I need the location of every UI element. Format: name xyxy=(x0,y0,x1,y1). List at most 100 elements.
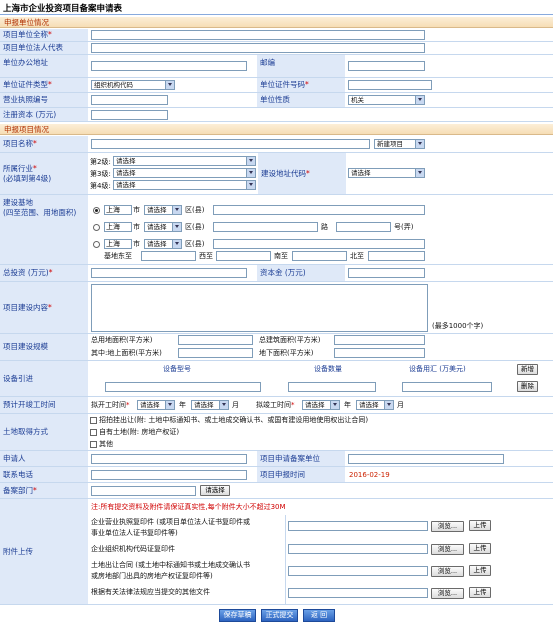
filing-dept-input[interactable] xyxy=(91,486,196,496)
legal-rep-input[interactable] xyxy=(91,43,425,53)
submit-button[interactable]: 正式提交 xyxy=(261,609,298,622)
project-name-input[interactable] xyxy=(91,139,370,149)
address-detail-input-3[interactable] xyxy=(213,239,425,249)
land-option-3-checkbox[interactable] xyxy=(90,441,97,448)
land-option-1-checkbox[interactable] xyxy=(90,417,97,424)
equipment-delete-button[interactable]: 删除 xyxy=(517,381,538,392)
district-select-1[interactable]: 请选择 xyxy=(144,205,182,215)
label-land: 土地取得方式 xyxy=(0,414,88,450)
attach-item-2-browse[interactable]: 浏览... xyxy=(431,544,464,555)
equipment-add-button[interactable]: 新增 xyxy=(517,364,538,375)
attach-item-2-upload[interactable]: 上传 xyxy=(469,543,491,554)
year-label: 年 xyxy=(179,401,186,409)
start-time-label: 拟开工时间* xyxy=(91,401,130,409)
attach-item-1-upload[interactable]: 上传 xyxy=(469,520,491,531)
north-input[interactable] xyxy=(368,251,425,261)
start-year-select[interactable]: 请选择 xyxy=(137,400,175,410)
capital-input[interactable] xyxy=(348,268,425,278)
south-input[interactable] xyxy=(292,251,347,261)
row-build-base: 建设基地 (四至范围、用地面积) 上海 市 请选择 区(县) 上海 市 请选择 … xyxy=(0,195,553,265)
start-month-select[interactable]: 请选择 xyxy=(191,400,229,410)
address-mode-radio-2[interactable] xyxy=(93,224,100,231)
label-postcode: 邮编 xyxy=(257,55,345,77)
chevron-down-icon xyxy=(246,181,255,189)
end-month-select[interactable]: 请选择 xyxy=(356,400,394,410)
attach-item-3-file[interactable] xyxy=(288,566,428,576)
attach-item-3-browse[interactable]: 浏览... xyxy=(431,566,464,577)
attach-item-1-file[interactable] xyxy=(288,521,428,531)
end-year-select[interactable]: 请选择 xyxy=(302,400,340,410)
west-input[interactable] xyxy=(216,251,271,261)
industry-level-2-label: 第2级: xyxy=(90,158,111,166)
industry-level-3-label: 第3级: xyxy=(90,170,111,178)
choose-dept-button[interactable]: 请选择 xyxy=(200,485,230,496)
district-select-2[interactable]: 请选择 xyxy=(144,222,182,232)
reg-capital-input[interactable] xyxy=(91,110,168,120)
applicant-input[interactable] xyxy=(91,454,247,464)
equipment-fx-input[interactable] xyxy=(402,382,492,392)
district-suffix: 区(县) xyxy=(185,206,205,214)
label-content: 项目建设内容 * xyxy=(0,282,88,333)
industry-level-2-select[interactable]: 请选择 xyxy=(113,156,256,166)
address-detail-input-1[interactable] xyxy=(213,205,425,215)
city-suffix: 市 xyxy=(133,206,140,214)
floor-area-input[interactable] xyxy=(334,335,425,345)
row-unit-name: 项目单位全称 * xyxy=(0,29,553,42)
label-industry: 所属行业* (必填到第4级) xyxy=(0,153,88,194)
city-input-1[interactable]: 上海 xyxy=(104,205,132,215)
chevron-down-icon xyxy=(246,157,255,165)
label-applicant: 申请人 xyxy=(0,451,88,466)
content-hint: (最多1000个字) xyxy=(432,322,484,330)
number-input[interactable] xyxy=(336,222,391,232)
under-area-input[interactable] xyxy=(334,348,425,358)
equipment-model-input[interactable] xyxy=(105,382,261,392)
chevron-down-icon xyxy=(384,401,393,409)
label-build-base: 建设基地 (四至范围、用地面积) xyxy=(0,195,88,264)
attach-item-4-file[interactable] xyxy=(288,588,428,598)
row-attachments: 附件上传 注:所有提交资料及附件请保证真实性,每个附件大小不超过30M 企业营业… xyxy=(0,499,553,605)
end-time-label: 拟竣工时间* xyxy=(256,401,295,409)
attach-item-4-upload[interactable]: 上传 xyxy=(469,587,491,598)
city-input-2[interactable]: 上海 xyxy=(104,222,132,232)
east-label: 基地东至 xyxy=(104,252,132,260)
land-area-input[interactable] xyxy=(178,335,253,345)
industry-level-4-select[interactable]: 请选择 xyxy=(113,180,256,190)
filing-unit-input[interactable] xyxy=(348,454,504,464)
back-button[interactable]: 返 回 xyxy=(303,609,335,622)
address-mode-radio-3[interactable] xyxy=(93,241,100,248)
equipment-col-fx: 设备用汇 (万美元) xyxy=(409,365,466,373)
project-type-select[interactable]: 新建项目 xyxy=(374,139,425,149)
save-draft-button[interactable]: 保存草稿 xyxy=(219,609,256,622)
postcode-input[interactable] xyxy=(348,61,425,71)
land-option-2-checkbox[interactable] xyxy=(90,429,97,436)
district-select-3[interactable]: 请选择 xyxy=(144,239,182,249)
license-input[interactable] xyxy=(91,95,168,105)
above-area-label: 其中:地上面积(平方米) xyxy=(91,349,162,357)
build-addr-code-select[interactable]: 请选择 xyxy=(348,168,425,178)
attach-item-4-browse[interactable]: 浏览... xyxy=(431,588,464,599)
attach-item-2-file[interactable] xyxy=(288,544,428,554)
city-input-3[interactable]: 上海 xyxy=(104,239,132,249)
cert-type-select[interactable]: 组织机构代码 xyxy=(91,80,175,90)
east-input[interactable] xyxy=(141,251,196,261)
label-cert-no: 单位证件号码 * xyxy=(257,78,345,92)
label-cert-type: 单位证件类型 * xyxy=(0,78,88,92)
industry-level-3-select[interactable]: 请选择 xyxy=(113,168,256,178)
page-title: 上海市企业投资项目备案申请表 xyxy=(3,4,123,14)
office-addr-input[interactable] xyxy=(91,61,247,71)
total-invest-input[interactable] xyxy=(91,268,247,278)
equipment-qty-input[interactable] xyxy=(288,382,376,392)
attach-item-1-browse[interactable]: 浏览... xyxy=(431,521,464,532)
unit-nature-select[interactable]: 机关 xyxy=(348,95,425,105)
above-area-input[interactable] xyxy=(178,348,253,358)
label-filing-dept: 备案部门 * xyxy=(0,483,88,498)
cert-no-input[interactable] xyxy=(348,80,432,90)
content-textarea[interactable] xyxy=(91,284,428,332)
attach-item-3-upload[interactable]: 上传 xyxy=(469,565,491,576)
phone-input[interactable] xyxy=(91,470,247,480)
unit-name-input[interactable] xyxy=(91,30,425,40)
road-input[interactable] xyxy=(213,222,318,232)
address-mode-radio-1[interactable] xyxy=(93,207,100,214)
label-scale: 项目建设规模 xyxy=(0,334,88,360)
chevron-down-icon xyxy=(165,401,174,409)
